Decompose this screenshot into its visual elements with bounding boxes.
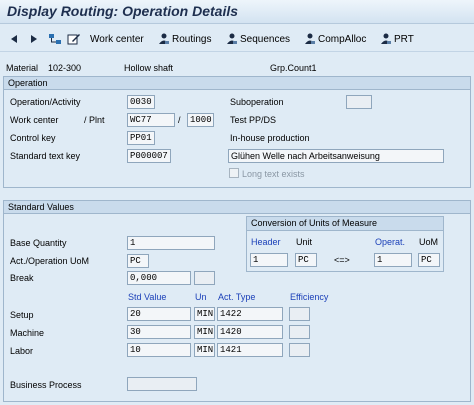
control-key-description: In-house production: [230, 133, 310, 143]
group-counter: Grp.Count1: [270, 63, 317, 73]
long-text-label: Long text exists: [242, 169, 305, 179]
labor-unit-field[interactable]: MIN: [194, 343, 215, 357]
conv-header-unit-field[interactable]: PC: [295, 253, 317, 267]
labor-efficiency-field[interactable]: [289, 343, 310, 357]
base-quantity-field[interactable]: 1: [127, 236, 215, 250]
operation-group-title: Operation: [4, 77, 470, 90]
business-process-field[interactable]: [127, 377, 197, 391]
routings-button[interactable]: Routings: [158, 30, 211, 48]
std-text-key-field[interactable]: P000007: [127, 149, 171, 163]
machine-act-type-field[interactable]: 1420: [217, 325, 283, 339]
long-text-checkbox[interactable]: [229, 168, 239, 178]
work-center-description: Test PP/DS: [230, 115, 277, 125]
conv-arrow: <=>: [334, 255, 350, 265]
conv-operat-unit-field[interactable]: PC: [418, 253, 440, 267]
act-uom-field[interactable]: PC: [127, 254, 149, 268]
routing-icon: [158, 33, 170, 45]
machine-label: Machine: [10, 328, 45, 338]
op-activity-label: Operation/Activity: [10, 97, 81, 107]
act-type-column-header: Act. Type: [218, 292, 256, 302]
setup-act-type-field[interactable]: 1422: [217, 307, 283, 321]
suboperation-label: Suboperation: [230, 97, 284, 107]
base-quantity-label: Base Quantity: [10, 238, 67, 248]
prt-button[interactable]: PRT: [380, 30, 414, 48]
labor-value-field[interactable]: 10: [127, 343, 191, 357]
machine-efficiency-field[interactable]: [289, 325, 310, 339]
act-uom-label: Act./Operation UoM: [10, 256, 90, 266]
suboperation-field[interactable]: [346, 95, 372, 109]
std-value-column-header: Std Value: [128, 292, 167, 302]
unit-column-header: Un: [195, 292, 207, 302]
plant-field[interactable]: 1000: [187, 113, 214, 127]
machine-unit-field[interactable]: MIN: [194, 325, 215, 339]
tool-icon: [380, 33, 392, 45]
labor-act-type-field[interactable]: 1421: [217, 343, 283, 357]
edit-icon[interactable]: [67, 30, 81, 48]
material-value: 102-300: [48, 63, 82, 73]
conv-operat-label: Operat.: [375, 237, 406, 247]
break-label: Break: [10, 273, 34, 283]
break-unit-field[interactable]: [194, 271, 215, 285]
conv-header-label: Header: [251, 237, 281, 247]
work-center-button[interactable]: Work center: [90, 30, 144, 48]
setup-value-field[interactable]: 20: [127, 307, 191, 321]
machine-value-field[interactable]: 30: [127, 325, 191, 339]
conversion-title: Conversion of Units of Measure: [247, 217, 443, 231]
plant-label: / Plnt: [84, 115, 105, 125]
next-icon[interactable]: [30, 30, 38, 48]
standard-values-title: Standard Values: [4, 201, 470, 214]
efficiency-column-header: Efficiency: [290, 292, 329, 302]
setup-label: Setup: [10, 310, 34, 320]
setup-unit-field[interactable]: MIN: [194, 307, 215, 321]
hierarchy-icon[interactable]: [48, 30, 62, 48]
previous-icon[interactable]: [10, 30, 18, 48]
slash-separator: /: [178, 115, 181, 125]
control-key-field[interactable]: PP01: [127, 131, 155, 145]
business-process-label: Business Process: [10, 380, 82, 390]
compalloc-button[interactable]: CompAlloc: [304, 30, 366, 48]
setup-efficiency-field[interactable]: [289, 307, 310, 321]
window-title: Display Routing: Operation Details: [7, 3, 239, 19]
conv-operat-field[interactable]: 1: [374, 253, 412, 267]
sequences-button[interactable]: Sequences: [226, 30, 290, 48]
component-icon: [304, 33, 316, 45]
break-field[interactable]: 0,000: [127, 271, 191, 285]
std-text-description-field[interactable]: Glühen Welle nach Arbeitsanweisung: [228, 149, 444, 163]
material-label: Material: [6, 63, 39, 73]
conv-uom-label: UoM: [419, 237, 439, 247]
sequence-icon: [226, 33, 238, 45]
material-description: Hollow shaft: [124, 63, 174, 73]
labor-label: Labor: [10, 346, 34, 356]
work-center-label: Work center: [10, 115, 59, 125]
op-activity-field[interactable]: 0030: [127, 95, 155, 109]
conv-header-field[interactable]: 1: [250, 253, 288, 267]
conv-unit-label: Unit: [296, 237, 313, 247]
std-text-key-label: Standard text key: [10, 151, 81, 161]
control-key-label: Control key: [10, 133, 56, 143]
work-center-field[interactable]: WC77: [127, 113, 175, 127]
